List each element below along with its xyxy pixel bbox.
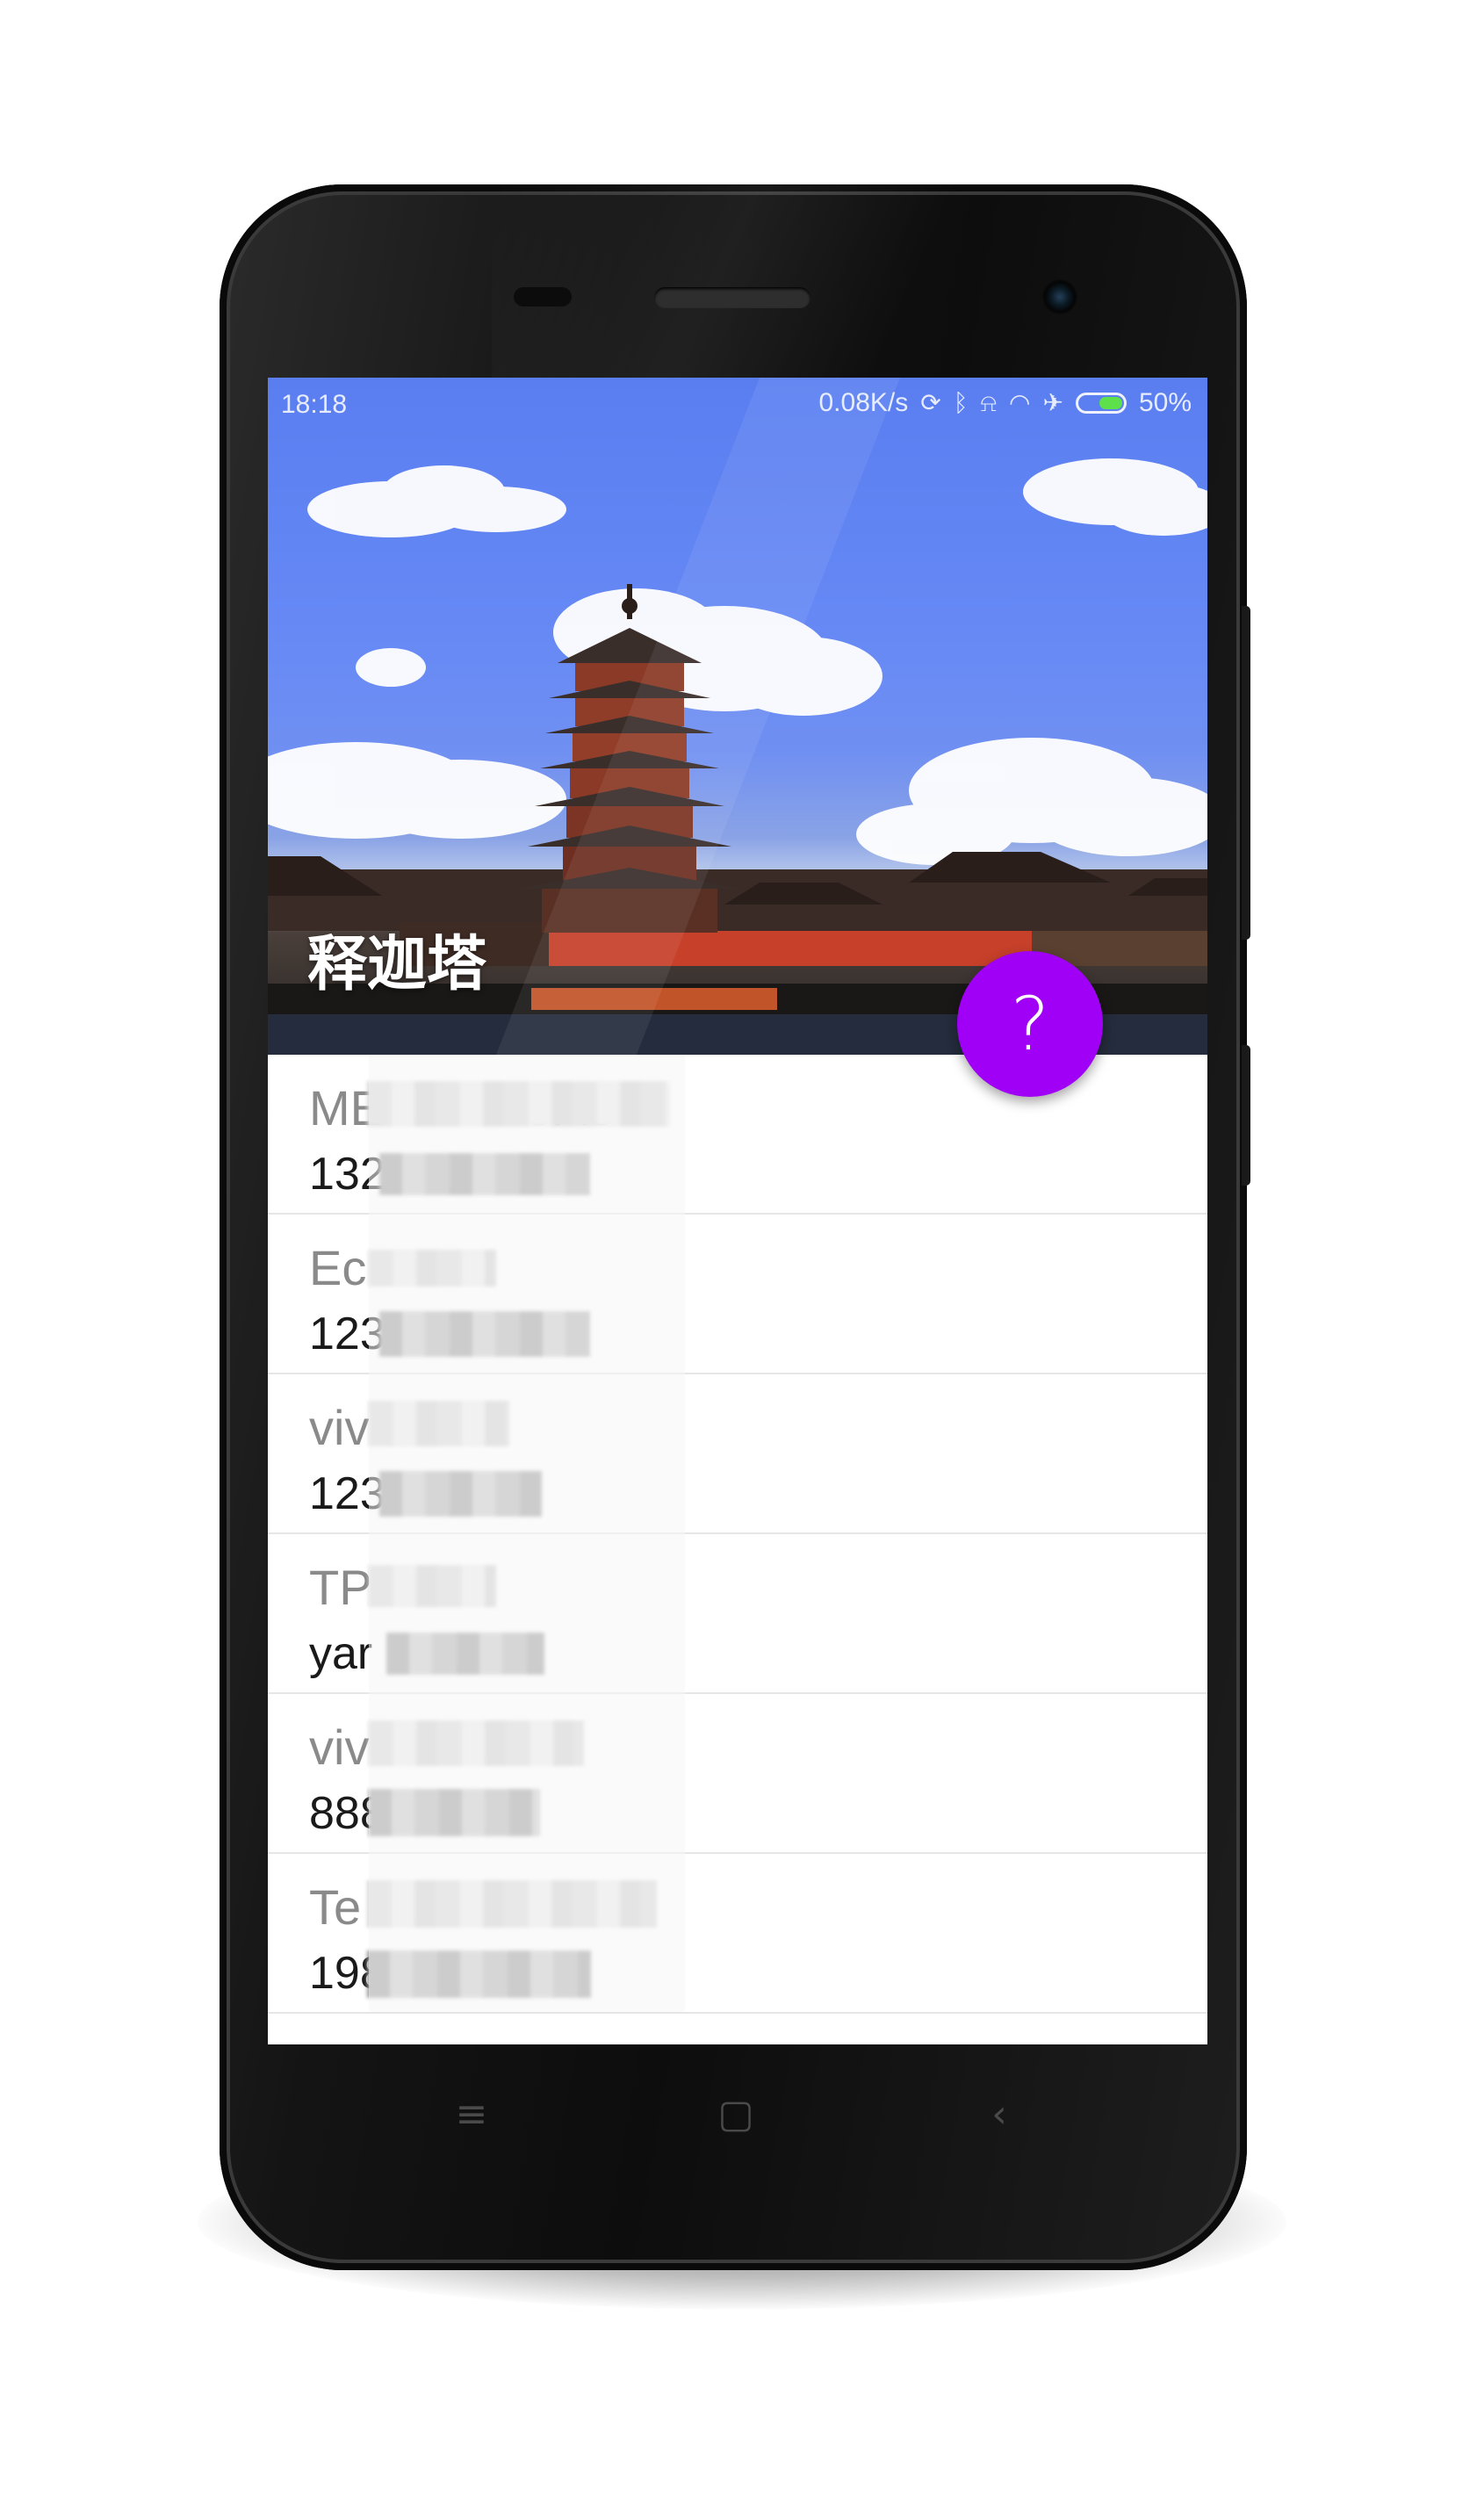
battery-percent: 50% (1138, 388, 1192, 417)
back-icon[interactable]: ‹ (973, 2088, 1026, 2141)
item-value: yar (309, 1628, 373, 1679)
airplane-icon: ✈ (1042, 389, 1063, 416)
screen: 18:18 0.08K/s ⟳ ᛒ ⍾ ◠ ✈ 50% 释迦塔 ME CA8 1… (268, 378, 1207, 2044)
redaction-overlay (369, 1055, 685, 2012)
item-name: viv (309, 1720, 370, 1775)
status-bar: 18:18 0.08K/s ⟳ ᛒ ⍾ ◠ ✈ 50% (268, 378, 1207, 430)
help-fab-button[interactable]: ? (957, 951, 1103, 1097)
item-name: Te (309, 1879, 362, 1935)
header-image: 18:18 0.08K/s ⟳ ᛒ ⍾ ◠ ✈ 50% 释迦塔 (268, 378, 1207, 1055)
item-name: TP (309, 1560, 372, 1615)
menu-icon[interactable]: ≡ (445, 2088, 498, 2141)
item-name: Ec (309, 1240, 367, 1295)
status-icons: 0.08K/s ⟳ ᛒ ⍾ ◠ ✈ 50% (818, 388, 1192, 418)
bluetooth-icon: ᛒ (953, 389, 969, 416)
phone-glare (492, 184, 1071, 386)
navigation-bar: ≡ ▢ ‹ (268, 2044, 1207, 2185)
status-time: 18:18 (281, 390, 348, 419)
proximity-sensor (514, 287, 572, 306)
home-icon[interactable]: ▢ (710, 2088, 762, 2141)
wifi-icon: ◠ (1009, 389, 1031, 416)
network-speed: 0.08K/s (818, 388, 909, 417)
header-title: 释迦塔 (307, 930, 487, 999)
sync-icon: ⟳ (920, 389, 941, 416)
volume-button (1242, 606, 1250, 940)
front-camera (1042, 279, 1077, 314)
battery-icon (1075, 393, 1127, 414)
power-button (1242, 1045, 1250, 1186)
earpiece-speaker (654, 287, 810, 308)
item-name: viv (309, 1400, 370, 1455)
battery-fill (1099, 397, 1122, 409)
alarm-off-icon: ⍾ (980, 389, 998, 416)
